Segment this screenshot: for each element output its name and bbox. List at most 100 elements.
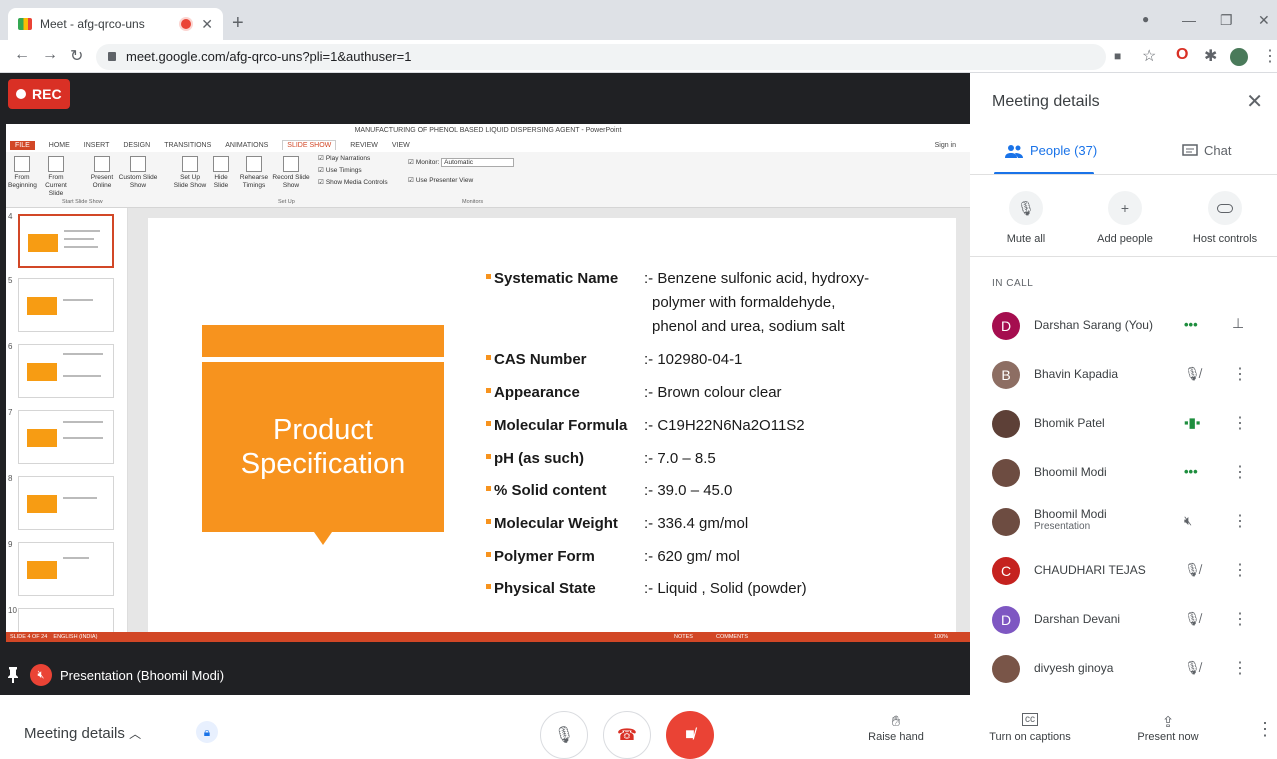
rehearse-button[interactable]: Rehearse Timings xyxy=(238,156,270,190)
slide-thumbnail[interactable] xyxy=(18,344,114,398)
avatar[interactable] xyxy=(1230,48,1248,66)
host-controls-button[interactable]: Host controls xyxy=(1180,191,1270,245)
more-options-icon[interactable]: ⋮ xyxy=(1232,413,1248,433)
avatar xyxy=(992,508,1020,536)
slide-thumbnail[interactable] xyxy=(18,542,114,596)
play-narrations-checkbox[interactable]: Play Narrations xyxy=(318,154,370,162)
slide-callout-pointer xyxy=(314,532,332,545)
star-icon[interactable]: ☆ xyxy=(1142,46,1156,66)
slide-thumbnail[interactable] xyxy=(18,476,114,530)
pin-icon[interactable] xyxy=(8,667,18,683)
tab-chat[interactable]: Chat xyxy=(1182,143,1231,158)
speaking-bars-icon: ▪▮▪ xyxy=(1184,415,1201,430)
current-slide[interactable]: Product Specification Systematic Name:- … xyxy=(148,218,956,632)
new-tab-button[interactable]: + xyxy=(232,12,244,35)
ppt-tab-slideshow[interactable]: SLIDE SHOW xyxy=(282,140,337,150)
ppt-tab-view[interactable]: VIEW xyxy=(392,142,410,149)
raise-hand-button[interactable]: ✋︎ Raise hand xyxy=(862,713,930,743)
reload-icon[interactable]: ↻ xyxy=(70,46,83,66)
camera-button[interactable]: ■̸ xyxy=(666,711,714,759)
divider xyxy=(970,256,1277,257)
add-people-button[interactable]: + Add people xyxy=(1080,191,1170,245)
custom-show-button[interactable]: Custom Slide Show xyxy=(118,156,158,190)
meeting-details-panel: Meeting details ✕ People (37) Chat 🎙︎ Mu… xyxy=(970,73,1277,695)
close-window-button[interactable]: ✕ xyxy=(1258,12,1270,29)
ppt-tab-insert[interactable]: INSERT xyxy=(84,142,110,149)
more-options-icon[interactable]: ⋮ xyxy=(1232,658,1248,678)
slide-thumbnails[interactable]: 4 5 6 7 8 9 10 xyxy=(6,208,128,642)
from-beginning-button[interactable]: From Beginning xyxy=(8,156,37,190)
pin-icon[interactable]: ⊥ xyxy=(1232,315,1244,332)
forward-icon[interactable]: → xyxy=(42,46,58,64)
group-monitors: Monitors xyxy=(462,199,484,205)
meet-favicon-icon xyxy=(18,18,32,30)
participant-row[interactable]: Bhomik Patel ▪▮▪ ⋮ xyxy=(970,401,1277,449)
record-show-button[interactable]: Record Slide Show xyxy=(272,156,310,190)
spec-row: Polymer Form:- 620 gm/ mol xyxy=(486,549,944,565)
spec-row-continued: polymer with formaldehyde, xyxy=(652,294,836,311)
participant-row[interactable]: Bhoomil Modi Presentation 🔇︎ ⋮ xyxy=(970,499,1277,547)
extensions-icon[interactable]: ✱ xyxy=(1204,46,1217,66)
notes-button[interactable]: NOTES xyxy=(674,632,693,642)
minimize-button[interactable]: — xyxy=(1182,12,1196,28)
participant-row[interactable]: Bhoomil Modi ••• ⋮ xyxy=(970,450,1277,498)
ppt-tab-animations[interactable]: ANIMATIONS xyxy=(225,142,268,149)
more-options-icon[interactable]: ⋮ xyxy=(1256,719,1274,740)
captions-button[interactable]: cc Turn on captions xyxy=(980,713,1080,743)
close-tab-icon[interactable]: ✕ xyxy=(201,16,213,33)
participant-subtitle: Presentation xyxy=(1034,521,1091,532)
participant-row[interactable]: B Bhavin Kapadia 🎙︎̸ ⋮ xyxy=(970,352,1277,400)
tab-people[interactable]: People (37) xyxy=(1004,143,1097,158)
present-online-button[interactable]: Present Online xyxy=(88,156,116,190)
leave-call-button[interactable]: ☎︎ xyxy=(603,711,651,759)
menu-icon[interactable]: ⋮ xyxy=(1262,46,1277,66)
hide-slide-button[interactable]: Hide Slide xyxy=(210,156,232,190)
more-options-icon[interactable]: ⋮ xyxy=(1232,511,1248,531)
present-now-button[interactable]: ⇪ Present now xyxy=(1130,713,1206,743)
from-current-button[interactable]: From Current Slide xyxy=(38,156,74,198)
ppt-tab-file[interactable]: FILE xyxy=(10,140,35,150)
profile-dot-icon[interactable]: ● xyxy=(1142,12,1149,26)
participant-row[interactable]: D Darshan Sarang (You) ••• ⊥ xyxy=(970,303,1277,351)
opera-icon[interactable]: O xyxy=(1176,46,1188,64)
zoom-level[interactable]: 100% xyxy=(934,632,948,642)
group-setup: Set Up xyxy=(278,199,295,205)
microphone-button[interactable]: 🎙︎ xyxy=(540,711,588,759)
ppt-sign-in[interactable]: Sign in xyxy=(935,142,956,149)
use-timings-checkbox[interactable]: Use Timings xyxy=(318,166,362,174)
slide-counter: SLIDE 4 OF 24 xyxy=(10,634,48,640)
shield-icon[interactable]: 🔒︎ xyxy=(196,721,218,743)
ppt-ribbon: From Beginning From Current Slide Presen… xyxy=(6,152,970,208)
comments-button[interactable]: COMMENTS xyxy=(716,632,748,642)
powerpoint-window: MANUFACTURING OF PHENOL BASED LIQUID DIS… xyxy=(6,124,970,642)
presenter-view-checkbox[interactable]: Use Presenter View xyxy=(408,176,473,184)
ppt-tab-design[interactable]: DESIGN xyxy=(123,142,150,149)
ppt-tab-review[interactable]: REVIEW xyxy=(350,142,378,149)
back-icon[interactable]: ← xyxy=(14,46,30,64)
language-indicator[interactable]: ENGLISH (INDIA) xyxy=(53,634,97,640)
close-panel-button[interactable]: ✕ xyxy=(1246,89,1263,114)
participant-row[interactable]: divyesh ginoya 🎙︎̸ ⋮ xyxy=(970,646,1277,694)
camera-icon[interactable]: ■ xyxy=(1114,49,1121,63)
address-bar: ← → ↻ meet.google.com/afg-qrco-uns?pli=1… xyxy=(0,40,1277,73)
mute-all-button[interactable]: 🎙︎ Mute all xyxy=(981,191,1071,245)
more-options-icon[interactable]: ⋮ xyxy=(1232,364,1248,384)
participant-row[interactable]: D Darshan Devani 🎙︎̸ ⋮ xyxy=(970,597,1277,645)
url-field[interactable]: meet.google.com/afg-qrco-uns?pli=1&authu… xyxy=(96,44,1106,70)
meeting-details-toggle[interactable]: Meeting details ︿ xyxy=(24,725,141,742)
show-media-checkbox[interactable]: Show Media Controls xyxy=(318,178,388,186)
monitor-select[interactable]: Automatic xyxy=(441,158,515,167)
maximize-button[interactable]: ❐ xyxy=(1220,12,1233,29)
browser-tab[interactable]: Meet - afg-qrco-uns ✕ xyxy=(8,8,223,40)
more-options-icon[interactable]: ⋮ xyxy=(1232,609,1248,629)
rec-label: REC xyxy=(32,86,62,102)
ppt-tab-home[interactable]: HOME xyxy=(49,142,70,149)
more-options-icon[interactable]: ⋮ xyxy=(1232,560,1248,580)
more-options-icon[interactable]: ⋮ xyxy=(1232,462,1248,482)
ppt-tab-transitions[interactable]: TRANSITIONS xyxy=(164,142,211,149)
slide-thumbnail[interactable] xyxy=(18,214,114,268)
participant-row[interactable]: C CHAUDHARI TEJAS 🎙︎̸ ⋮ xyxy=(970,548,1277,596)
slide-thumbnail[interactable] xyxy=(18,410,114,464)
setup-show-button[interactable]: Set Up Slide Show xyxy=(172,156,208,190)
slide-thumbnail[interactable] xyxy=(18,278,114,332)
